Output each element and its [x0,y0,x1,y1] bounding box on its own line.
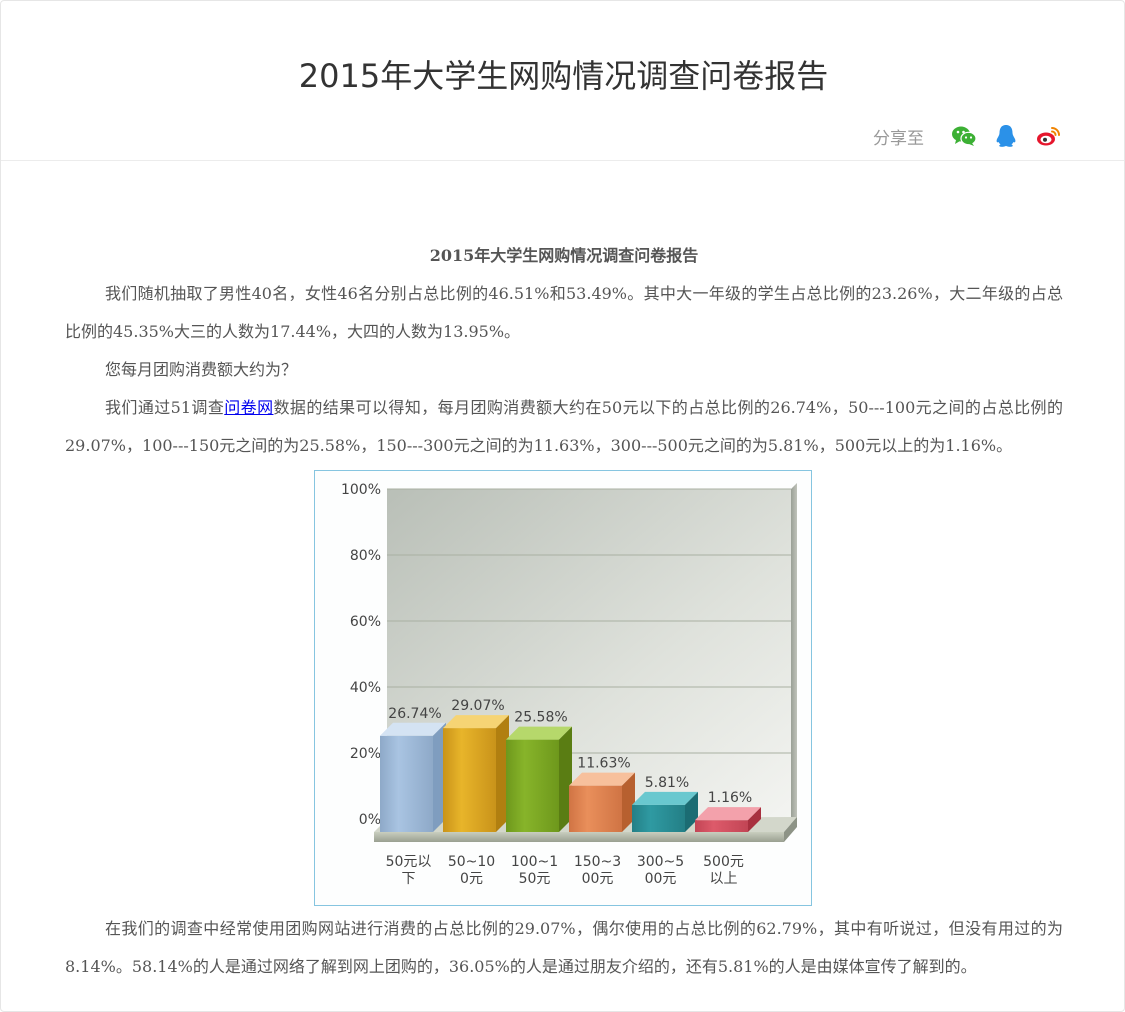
paragraph-gender-grade: 我们随机抽取了男性40名，女性46名分别占总比例的46.51%和53.49%。其… [65,284,1063,341]
y-tick-label: 100% [341,482,381,498]
bar-front [632,804,685,832]
bar-value-label: 29.07% [451,698,504,714]
bar [380,722,446,832]
y-tick-label: 80% [350,548,381,564]
x-tick-label: 00元 [582,871,614,887]
bar [443,715,509,832]
spending-bar-chart: 0% 20% 40% 60% 80% 100% 26.74% 29.07% 25.58% 11.… [314,470,812,906]
paragraph-question: 您每月团购消费额大约为？ [105,360,298,379]
weibo-icon[interactable] [1034,122,1062,150]
y-axis-ticks: 0% 20% 40% 60% 80% 100% [341,482,381,828]
bar-front [569,785,622,832]
bar [695,807,761,832]
x-tick-label: 以上 [710,871,738,887]
article-header: 2015年大学生网购情况调查问卷报告 分享至 [1,1,1124,161]
bar-front [380,735,433,832]
page-title: 2015年大学生网购情况调查问卷报告 [298,57,829,95]
x-tick-label: 500元 [703,854,744,870]
x-tick-label: 150~3 [574,854,621,870]
article-subtitle: 2015年大学生网购情况调查问卷报告 [429,246,699,265]
x-axis-ticks: 50元以下50~100元100~150元150~300元300~500元500元… [386,854,744,887]
bar-front [443,728,496,832]
bar-chart-svg: 0% 20% 40% 60% 80% 100% 26.74% 29.07% 25.58% 11.… [341,482,797,887]
y-tick-label: 40% [350,680,381,696]
bar [632,791,698,832]
x-tick-label: 00元 [645,871,677,887]
share-bar: 分享至 [873,122,1062,150]
article-body: 2015年大学生网购情况调查问卷报告 我们随机抽取了男性40名，女性46名分别占… [65,237,1063,986]
bar-value-label: 1.16% [708,790,752,806]
x-tick-label: 50~10 [448,854,495,870]
y-tick-label: 60% [350,614,381,630]
x-tick-label: 300~5 [637,854,684,870]
bar-value-label: 25.58% [514,710,567,726]
x-tick-label: 100~1 [511,854,558,870]
qq-icon[interactable] [992,122,1020,150]
bar-value-label: 11.63% [577,756,630,772]
paragraph-spending: 我们通过51调查问卷网数据的结果可以得知，每月团购消费额大约在50元以下的占总比… [65,389,1063,465]
x-tick-label: 50元 [519,871,551,887]
bar [506,726,572,832]
bar-front [506,739,559,832]
paragraph-usage: 在我们的调查中经常使用团购网站进行消费的占总比例的29.07%，偶尔使用的占总比… [65,919,1063,976]
y-tick-label: 20% [350,746,381,762]
x-tick-label: 50元以 [386,854,432,870]
bar-value-label: 26.74% [388,706,441,722]
paragraph-spending-lead: 我们通过51调查 [105,398,225,417]
y-tick-label: 0% [359,812,381,828]
share-label: 分享至 [873,128,924,149]
bar [569,772,635,832]
wechat-icon[interactable] [950,122,978,150]
article-card: 2015年大学生网购情况调查问卷报告 分享至 2015年大学生网购情况调查问卷报… [0,0,1125,1012]
x-tick-label: 0元 [460,871,483,887]
plot-side-wall [791,483,797,831]
x-tick-label: 下 [402,871,416,887]
chart-floor-front [374,832,784,842]
bar-front [695,820,748,832]
wenjuan-link[interactable]: 问卷网 [224,398,273,417]
bar-value-label: 5.81% [645,775,689,791]
